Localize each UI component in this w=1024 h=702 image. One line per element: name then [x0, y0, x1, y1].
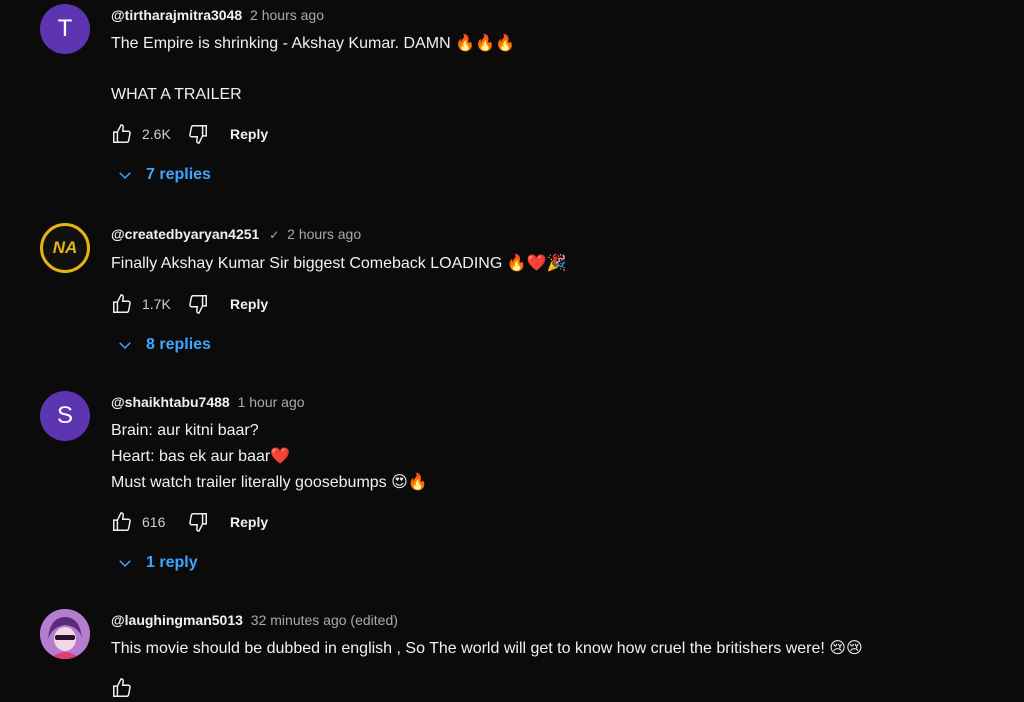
chevron-down-icon [119, 560, 131, 568]
avatar[interactable]: S [40, 391, 90, 441]
thumbs-up-icon[interactable] [108, 120, 136, 148]
check-icon: ✓ [269, 228, 280, 242]
comment-header: @createdbyaryan4251 ✓ 2 hours ago [111, 226, 361, 242]
comment-time[interactable]: 2 hours ago [287, 226, 361, 242]
replies-count: 1 reply [146, 554, 198, 571]
comment-line: Heart: bas ek aur baar❤️ [111, 448, 291, 465]
chevron-down-icon [119, 342, 131, 350]
comment-actions [108, 674, 136, 702]
comment-line: Finally Akshay Kumar Sir biggest Comebac… [111, 255, 567, 272]
comment-actions: 1.7K Reply [108, 290, 268, 318]
comment-header: @shaikhtabu7488 1 hour ago [111, 394, 305, 410]
like-count: 2.6K [142, 126, 171, 142]
view-replies-button[interactable]: 8 replies [116, 336, 211, 354]
like-count: 1.7K [142, 296, 171, 312]
view-replies-button[interactable]: 7 replies [116, 166, 211, 184]
comment-actions: 2.6K Reply [108, 120, 268, 148]
avatar[interactable]: NA [40, 223, 90, 273]
reply-button[interactable]: Reply [230, 296, 268, 312]
avatar-letter: T [57, 15, 73, 42]
comment-header: @laughingman5013 32 minutes ago (edited) [111, 612, 398, 628]
anime-avatar-image [40, 609, 90, 659]
thumbs-down-icon[interactable] [184, 120, 212, 148]
comment-time[interactable]: 2 hours ago [250, 7, 324, 23]
thumbs-up-icon[interactable] [108, 674, 136, 702]
avatar-logo-text: NA [52, 238, 78, 257]
replies-count: 7 replies [146, 166, 211, 183]
comment-author[interactable]: @tirtharajmitra3048 [111, 7, 242, 23]
comment-line: WHAT A TRAILER [111, 86, 242, 103]
thumbs-up-icon[interactable] [108, 508, 136, 536]
comment-line: The Empire is shrinking - Akshay Kumar. … [111, 35, 515, 52]
comment-time[interactable]: 1 hour ago [238, 394, 305, 410]
comment-author[interactable]: @createdbyaryan4251 [111, 226, 259, 242]
chevron-down-icon [119, 172, 131, 180]
comment-line: Brain: aur kitni baar? [111, 422, 259, 439]
comment-author[interactable]: @laughingman5013 [111, 612, 243, 628]
like-count: 616 [142, 514, 166, 530]
comment-author[interactable]: @shaikhtabu7488 [111, 394, 230, 410]
comment-time[interactable]: 32 minutes ago (edited) [251, 612, 398, 628]
replies-count: 8 replies [146, 336, 211, 353]
thumbs-up-icon[interactable] [108, 290, 136, 318]
thumbs-down-icon[interactable] [184, 508, 212, 536]
comment-line: This movie should be dubbed in english ,… [111, 640, 863, 657]
comment-actions: 616 Reply [108, 508, 268, 536]
reply-button[interactable]: Reply [230, 126, 268, 142]
comment-line: Must watch trailer literally goosebumps … [111, 474, 428, 491]
avatar[interactable]: T [40, 4, 90, 54]
comment-header: @tirtharajmitra3048 2 hours ago [111, 7, 324, 23]
avatar-letter: S [56, 402, 73, 429]
thumbs-down-icon[interactable] [184, 290, 212, 318]
view-replies-button[interactable]: 1 reply [116, 554, 198, 572]
avatar[interactable] [40, 609, 90, 659]
reply-button[interactable]: Reply [230, 514, 268, 530]
